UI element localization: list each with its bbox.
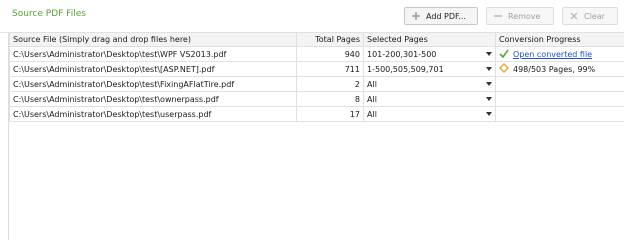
- selected-pages-value: All: [367, 109, 377, 119]
- clear-icon: [569, 11, 579, 21]
- selected-pages-dropdown[interactable]: All: [363, 91, 496, 107]
- selected-pages-value: All: [367, 79, 377, 89]
- conversion-progress-cell: [495, 76, 624, 92]
- clear-button[interactable]: Clear: [562, 7, 618, 25]
- selected-pages-dropdown[interactable]: All: [363, 76, 496, 92]
- total-pages-cell: 940: [296, 46, 364, 62]
- remove-label: Remove: [508, 11, 541, 21]
- selected-pages-dropdown[interactable]: All: [363, 106, 496, 122]
- table-row[interactable]: C:\Users\Administrator\Desktop\test\[ASP…: [9, 61, 624, 77]
- dropdown-arrow-icon[interactable]: [486, 82, 492, 86]
- dropdown-arrow-icon[interactable]: [486, 112, 492, 116]
- dropdown-arrow-icon[interactable]: [486, 97, 492, 101]
- selected-pages-value: 1-500,505,509,701: [367, 64, 444, 74]
- conversion-progress-cell: 498/503 Pages, 99%: [495, 61, 624, 77]
- file-path-cell: C:\Users\Administrator\Desktop\test\user…: [9, 106, 297, 122]
- open-converted-file-link[interactable]: Open converted file: [513, 50, 592, 59]
- selected-pages-value: All: [367, 94, 377, 104]
- file-path-cell: C:\Users\Administrator\Desktop\test\owne…: [9, 91, 297, 107]
- column-header-total-pages[interactable]: Total Pages: [296, 32, 364, 47]
- add-pdf-button[interactable]: Add PDF...: [404, 7, 478, 25]
- toolbar: Source PDF Files Add PDF... Remove Clear: [0, 0, 624, 33]
- add-icon: [411, 11, 421, 21]
- file-path-cell: C:\Users\Administrator\Desktop\test\WPF …: [9, 46, 297, 62]
- table-row[interactable]: C:\Users\Administrator\Desktop\test\Fixi…: [9, 76, 624, 92]
- file-grid[interactable]: Source File (Simply drag and drop files …: [8, 32, 624, 240]
- table-row[interactable]: C:\Users\Administrator\Desktop\test\WPF …: [9, 46, 624, 62]
- minus-icon: [493, 11, 503, 21]
- selected-pages-dropdown[interactable]: 1-500,505,509,701: [363, 61, 496, 77]
- total-pages-cell: 17: [296, 106, 364, 122]
- total-pages-cell: 2: [296, 76, 364, 92]
- table-row[interactable]: C:\Users\Administrator\Desktop\test\owne…: [9, 91, 624, 107]
- selected-pages-dropdown[interactable]: 101-200,301-500: [363, 46, 496, 62]
- checkmark-icon: [499, 49, 509, 60]
- conversion-progress-cell: Open converted file: [495, 46, 624, 62]
- total-pages-cell: 711: [296, 61, 364, 77]
- column-header-source-file[interactable]: Source File (Simply drag and drop files …: [9, 32, 297, 47]
- table-row[interactable]: C:\Users\Administrator\Desktop\test\user…: [9, 106, 624, 122]
- column-header-selected-pages[interactable]: Selected Pages: [363, 32, 496, 47]
- file-path-cell: C:\Users\Administrator\Desktop\test\Fixi…: [9, 76, 297, 92]
- total-pages-cell: 8: [296, 91, 364, 107]
- progress-status-text: 498/503 Pages, 99%: [513, 64, 596, 74]
- dropdown-arrow-icon[interactable]: [486, 67, 492, 71]
- clear-label: Clear: [584, 11, 605, 21]
- remove-button[interactable]: Remove: [486, 7, 554, 25]
- column-header-conversion-progress[interactable]: Conversion Progress: [495, 32, 624, 47]
- file-path-cell: C:\Users\Administrator\Desktop\test\[ASP…: [9, 61, 297, 77]
- add-pdf-label: Add PDF...: [426, 11, 466, 21]
- selected-pages-value: 101-200,301-500: [367, 49, 437, 59]
- dropdown-arrow-icon[interactable]: [486, 52, 492, 56]
- conversion-progress-cell: [495, 91, 624, 107]
- conversion-progress-cell: [495, 106, 624, 122]
- section-title: Source PDF Files: [12, 9, 86, 19]
- in-progress-icon: [499, 63, 509, 75]
- grid-header-row: Source File (Simply drag and drop files …: [9, 32, 624, 47]
